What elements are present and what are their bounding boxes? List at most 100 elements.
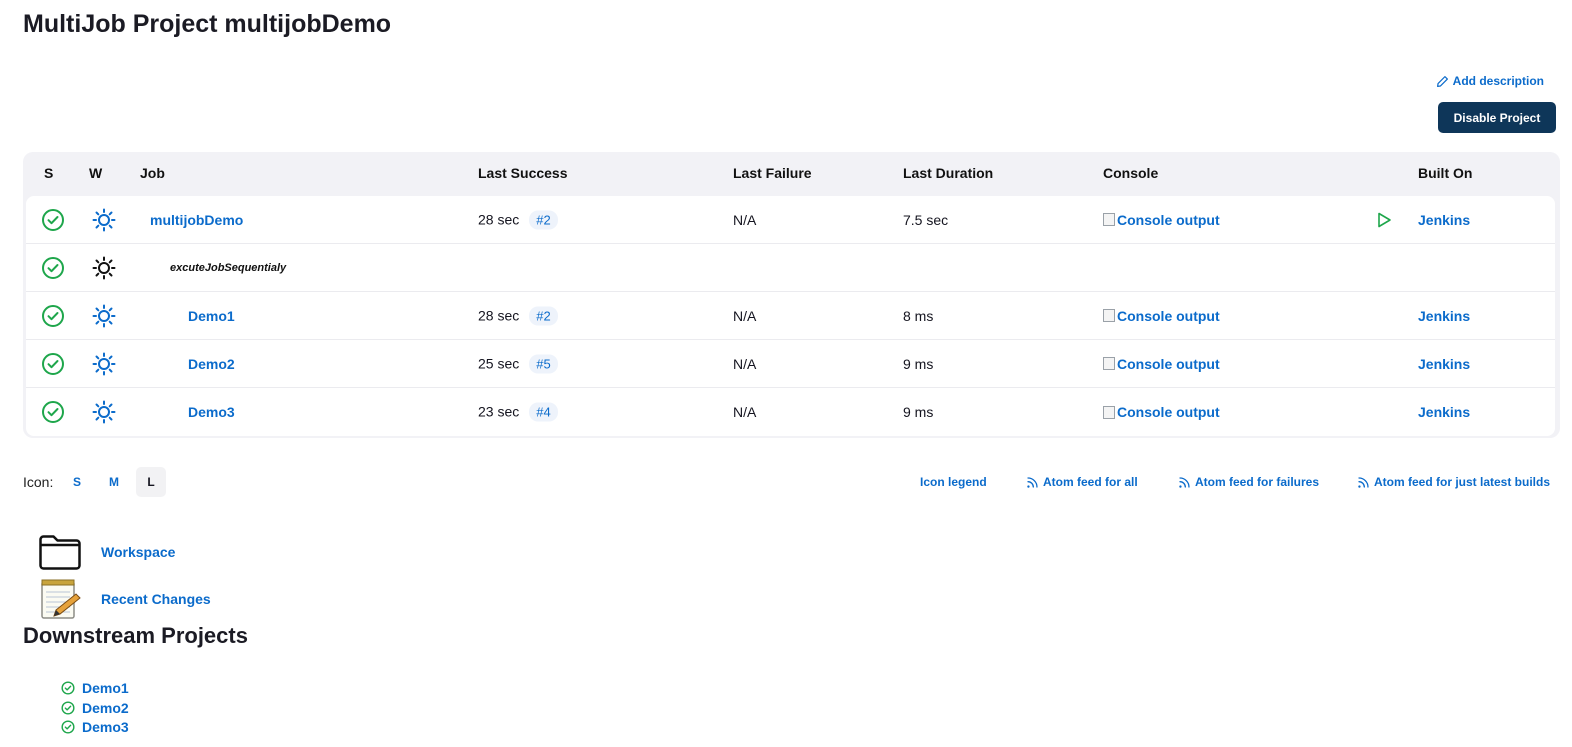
folder-icon	[39, 535, 81, 570]
header-status[interactable]: S	[44, 165, 53, 181]
last-failure: N/A	[733, 404, 757, 420]
atom-feed-all-label: Atom feed for all	[1043, 475, 1138, 489]
last-success-time: 28 sec	[478, 307, 520, 323]
check-circle-icon	[42, 352, 64, 375]
rss-icon	[1179, 476, 1190, 488]
play-icon[interactable]	[1375, 211, 1393, 229]
console-output-label: Console output	[1117, 404, 1220, 420]
icon-size-label: Icon:	[23, 474, 54, 490]
phase-name: excuteJobSequentialy	[170, 261, 287, 274]
built-on-link[interactable]: Jenkins	[1418, 404, 1470, 420]
build-number-link[interactable]: #2	[529, 306, 558, 325]
table-row: Demo2 25 sec #5 N/A 9 ms Console output J…	[26, 340, 1555, 388]
last-success: 23 sec #4	[478, 402, 558, 422]
list-item: Demo3	[61, 717, 129, 737]
table-row: Demo1 28 sec #2 N/A 8 ms Console output J…	[26, 292, 1555, 340]
downstream-link-demo2[interactable]: Demo2	[82, 700, 129, 716]
table-body: multijobDemo 28 sec #2 N/A 7.5 sec Consol…	[26, 196, 1555, 436]
last-success-time: 23 sec	[478, 403, 520, 420]
built-on-link[interactable]: Jenkins	[1418, 356, 1470, 372]
workspace-link[interactable]: Workspace	[101, 544, 175, 560]
add-description-label: Add description	[1452, 74, 1544, 88]
built-on-link[interactable]: Jenkins	[1418, 308, 1470, 324]
console-output-link[interactable]: Console output	[1103, 308, 1220, 324]
check-circle-icon	[61, 700, 75, 715]
downstream-link-demo1[interactable]: Demo1	[82, 680, 129, 696]
workspace-task[interactable]: Workspace	[38, 531, 175, 573]
recent-changes-task[interactable]: Recent Changes	[38, 577, 211, 621]
broken-image-icon	[1103, 405, 1115, 419]
build-number-link[interactable]: #2	[529, 210, 558, 229]
job-link-multijobdemo[interactable]: multijobDemo	[150, 212, 243, 228]
last-failure: N/A	[733, 307, 757, 324]
last-failure: N/A	[733, 355, 757, 372]
build-number-link[interactable]: #5	[529, 354, 558, 373]
icon-size-large[interactable]: L	[136, 467, 166, 497]
check-circle-icon	[42, 208, 64, 231]
rss-icon	[1027, 476, 1038, 488]
last-success-time: 25 sec	[478, 355, 520, 371]
build-number-link[interactable]: #4	[529, 402, 558, 422]
table-row: Demo3 23 sec #4 N/A 9 ms Console output J…	[26, 388, 1555, 436]
console-output-label: Console output	[1117, 355, 1220, 372]
page-title: MultiJob Project multijobDemo	[23, 10, 392, 38]
broken-image-icon	[1103, 309, 1115, 322]
sun-icon	[92, 208, 116, 231]
job-link-demo2[interactable]: Demo2	[188, 356, 235, 372]
sun-icon	[92, 304, 116, 327]
jobs-table: S W Job Last Success Last Failure Last D…	[23, 152, 1560, 438]
last-duration: 8 ms	[903, 307, 934, 324]
console-output-label: Console output	[1117, 307, 1220, 324]
job-link-demo3[interactable]: Demo3	[188, 404, 235, 420]
check-circle-icon	[61, 720, 75, 734]
last-success-time: 28 sec	[478, 211, 520, 227]
header-console[interactable]: Console	[1103, 165, 1158, 181]
console-output-link[interactable]: Console output	[1103, 212, 1220, 228]
broken-image-icon	[1103, 357, 1115, 370]
last-duration: 9 ms	[903, 355, 934, 372]
atom-feed-latest-label: Atom feed for just latest builds	[1374, 475, 1551, 489]
sun-icon	[92, 400, 116, 424]
last-success: 28 sec #2	[478, 210, 558, 229]
check-circle-icon	[42, 401, 64, 423]
icon-legend-link[interactable]: Icon legend	[920, 475, 987, 489]
header-built-on[interactable]: Built On	[1418, 165, 1472, 181]
header-last-failure[interactable]: Last Failure	[733, 165, 812, 181]
check-circle-icon	[42, 256, 64, 279]
downstream-link-demo3[interactable]: Demo3	[82, 719, 129, 735]
table-row: multijobDemo 28 sec #2 N/A 7.5 sec Consol…	[26, 196, 1555, 244]
recent-changes-link[interactable]: Recent Changes	[101, 591, 211, 607]
console-output-link[interactable]: Console output	[1103, 356, 1220, 372]
sun-icon	[92, 256, 116, 279]
list-item: Demo1	[61, 678, 129, 698]
console-output-link[interactable]: Console output	[1103, 404, 1220, 420]
last-failure: N/A	[733, 211, 757, 228]
add-description-link[interactable]: Add description	[1436, 74, 1544, 88]
notepad-icon	[41, 579, 81, 619]
check-circle-icon	[42, 304, 64, 327]
check-circle-icon	[61, 681, 75, 695]
downstream-projects-title: Downstream Projects	[23, 623, 248, 648]
atom-feed-failures-link[interactable]: Atom feed for failures	[1178, 475, 1319, 489]
broken-image-icon	[1103, 213, 1115, 226]
last-success: 28 sec #2	[478, 306, 558, 325]
downstream-projects-list: Demo1 Demo2 Demo3	[61, 678, 129, 737]
icon-size-small[interactable]: S	[62, 467, 92, 497]
last-duration: 7.5 sec	[903, 211, 949, 228]
list-item: Demo2	[61, 698, 129, 718]
job-link-demo1[interactable]: Demo1	[188, 308, 235, 324]
header-job[interactable]: Job	[140, 165, 165, 181]
pencil-icon	[1436, 75, 1448, 87]
disable-project-button[interactable]: Disable Project	[1438, 102, 1556, 133]
header-last-duration[interactable]: Last Duration	[903, 165, 993, 181]
sun-icon	[92, 352, 116, 375]
header-weather[interactable]: W	[89, 165, 102, 181]
last-duration: 9 ms	[903, 404, 934, 420]
built-on-link[interactable]: Jenkins	[1418, 212, 1470, 228]
atom-feed-all-link[interactable]: Atom feed for all	[1026, 475, 1138, 489]
last-success: 25 sec #5	[478, 354, 558, 373]
icon-size-medium[interactable]: M	[99, 467, 129, 497]
atom-feed-latest-link[interactable]: Atom feed for just latest builds	[1357, 475, 1550, 489]
header-last-success[interactable]: Last Success	[478, 165, 568, 181]
table-row: excuteJobSequentialy	[26, 244, 1555, 292]
